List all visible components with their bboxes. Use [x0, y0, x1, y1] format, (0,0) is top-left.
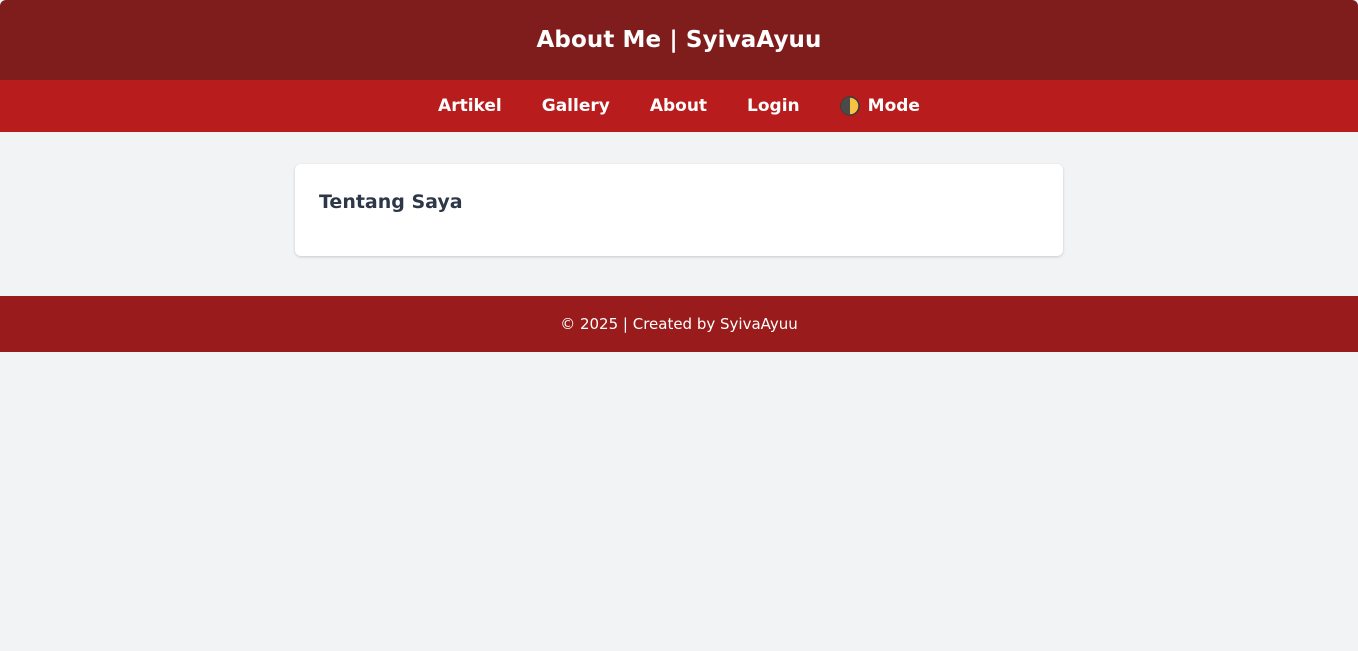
main-nav: Artikel Gallery About Login Mode [0, 80, 1358, 132]
site-footer: © 2025 | Created by SyivaAyuu [0, 296, 1358, 352]
half-moon-toggle-icon [839, 96, 860, 116]
nav-link-about[interactable]: About [630, 96, 727, 116]
main-content: Tentang Saya [0, 132, 1358, 296]
about-card-title: Tentang Saya [319, 191, 463, 213]
about-card: Tentang Saya [295, 164, 1063, 256]
nav-link-gallery[interactable]: Gallery [522, 96, 630, 116]
footer-text: © 2025 | Created by SyivaAyuu [560, 315, 798, 333]
mode-toggle-label: Mode [867, 96, 920, 116]
mode-toggle-button[interactable]: Mode [820, 96, 940, 116]
nav-link-login[interactable]: Login [727, 96, 820, 116]
site-header: About Me | SyivaAyuu [0, 0, 1358, 80]
nav-link-artikel[interactable]: Artikel [418, 96, 522, 116]
site-title: About Me | SyivaAyuu [536, 27, 822, 53]
